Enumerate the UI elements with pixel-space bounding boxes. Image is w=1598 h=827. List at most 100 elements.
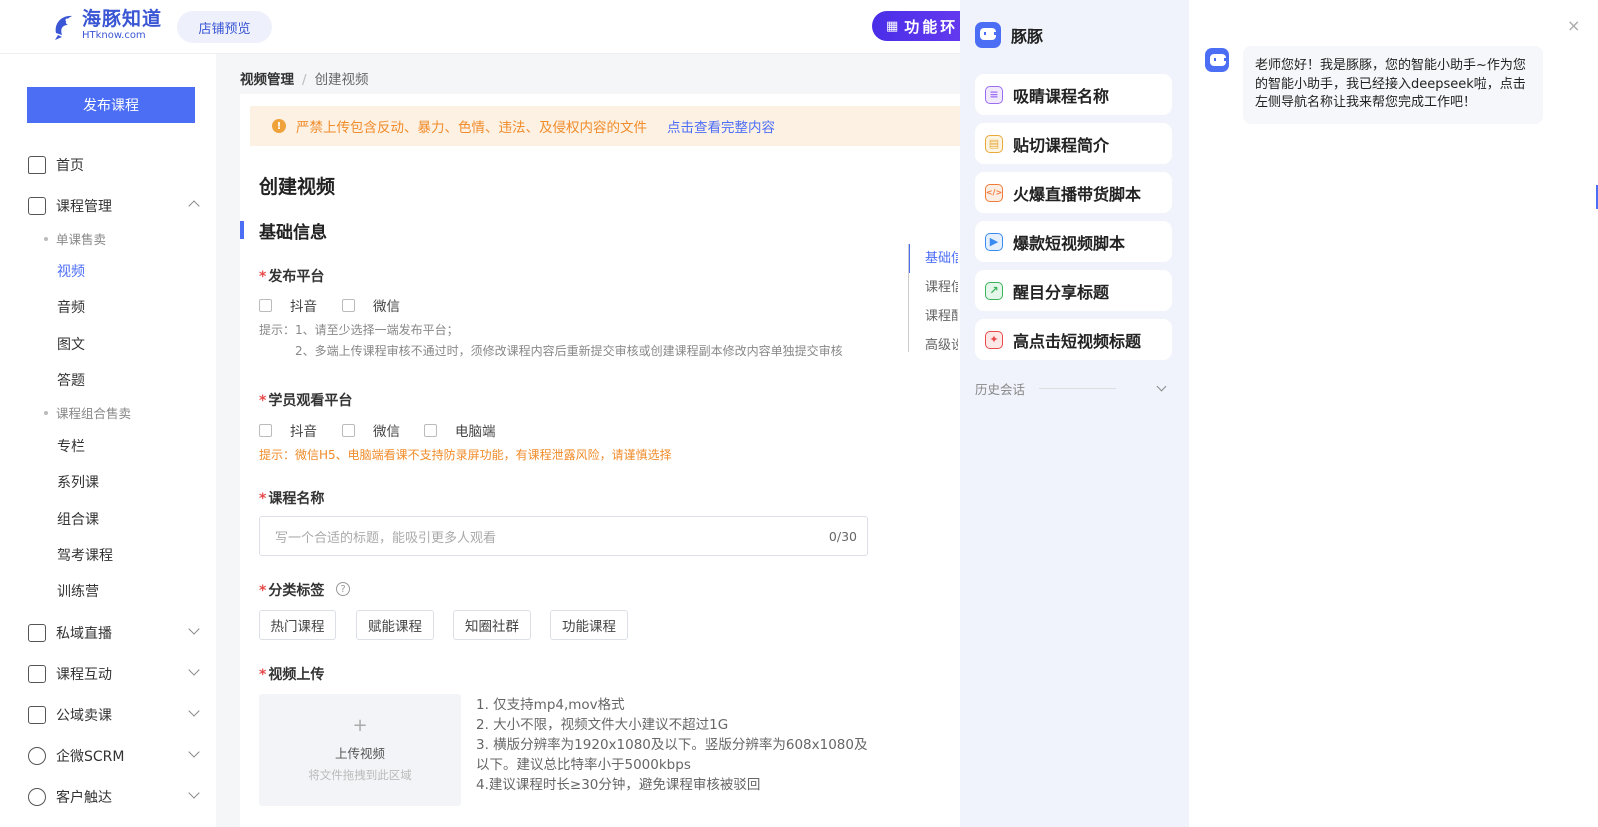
section-title: 基础信息 — [259, 223, 327, 243]
interaction-icon — [28, 665, 46, 683]
live-icon — [28, 624, 46, 642]
function-button-label: 功能环 — [904, 17, 959, 36]
course-name-counter: 0/30 — [828, 528, 857, 544]
assistant-chat-panel — [1189, 0, 1598, 827]
nav-series[interactable]: 系列课 — [57, 472, 99, 492]
logo-title: 海豚知道 — [82, 8, 163, 30]
ai-click-title-icon: ✦ — [985, 330, 1003, 349]
upload-note: 4.建议课程时长≥30分钟，避免课程审核被驳回 — [476, 777, 761, 793]
ai-live-script-icon: </> — [985, 183, 1003, 202]
assistant-name: 豚豚 — [1011, 27, 1044, 46]
nav-interaction[interactable]: 课程互动 — [28, 664, 200, 684]
video-upload-dropzone[interactable]: + 上传视频 将文件拖拽到此区域 — [259, 694, 461, 806]
ai-click-title-button[interactable]: ✦ 高点击短视频标题 — [975, 319, 1172, 360]
help-icon[interactable]: ? — [336, 582, 350, 596]
ai-catchy-title-icon: ≡ — [985, 85, 1003, 104]
video-upload-label: * 视频上传 — [259, 667, 325, 683]
chevron-down-icon — [188, 664, 200, 676]
tag-hot[interactable]: 热门课程 — [259, 610, 336, 640]
chevron-down-icon — [188, 705, 200, 717]
upload-title: 上传视频 — [334, 746, 385, 761]
chevron-down-icon — [188, 787, 200, 799]
chat-icon — [28, 747, 46, 765]
checkbox-label: 电脑端 — [455, 424, 496, 440]
warning-icon: ! — [272, 119, 286, 133]
warning-banner: ! 严禁上传包含反动、暴力、色情、违法、及侵权内容的文件 点击查看完整内容 — [250, 106, 970, 146]
ai-video-script-button[interactable]: ▶ 爆款短视频脚本 — [975, 221, 1172, 262]
anchor-item[interactable]: 课程配置 — [909, 302, 958, 331]
watch-douyin-checkbox[interactable]: 抖音 — [259, 420, 317, 440]
nav-scrm[interactable]: 企微SCRM — [28, 746, 200, 766]
ai-video-script-icon: ▶ — [985, 232, 1003, 251]
publish-hint-2: 2、多端上传课程审核不通过时，须修改课程内容后重新提交审核或创建课程副本修改内容… — [295, 344, 843, 358]
checkbox-box[interactable] — [342, 298, 355, 312]
nav-camp[interactable]: 训练营 — [57, 581, 99, 601]
publish-wechat-checkbox[interactable]: 微信 — [342, 295, 400, 315]
checkbox-box[interactable] — [259, 423, 272, 437]
logo[interactable]: 海豚知道 HTknow.com — [52, 10, 162, 41]
course-name-input[interactable]: 写一个合适的标题，能吸引更多人观看 0/30 — [259, 516, 868, 556]
tag-empower[interactable]: 赋能课程 — [356, 610, 434, 640]
ai-share-title-icon: ↗ — [985, 281, 1003, 300]
nav-driving[interactable]: 驾考课程 — [57, 545, 113, 565]
anchor-item[interactable]: 基础信息 — [909, 244, 958, 273]
tag-function[interactable]: 功能课程 — [550, 610, 628, 640]
ai-course-intro-button[interactable]: ▤ 贴切课程简介 — [975, 123, 1172, 164]
nav-home-label: 首页 — [56, 158, 84, 174]
chevron-down-icon[interactable] — [1156, 381, 1167, 392]
watch-pc-checkbox[interactable]: 电脑端 — [424, 420, 496, 440]
required-mark: * — [259, 269, 267, 285]
bot-avatar-icon — [1205, 48, 1229, 72]
nav-public-sale-label: 公域卖课 — [56, 708, 112, 724]
nav-course-management[interactable]: 课程管理 — [28, 196, 200, 216]
nav-quiz[interactable]: 答题 — [57, 370, 85, 390]
ai-share-title-button[interactable]: ↗ 醒目分享标题 — [975, 270, 1172, 311]
ai-click-title-label: 高点击短视频标题 — [1013, 331, 1142, 351]
divider — [1039, 388, 1116, 389]
breadcrumb-parent[interactable]: 视频管理 — [240, 72, 294, 88]
target-icon — [28, 788, 46, 806]
checkbox-label: 微信 — [373, 299, 400, 315]
publish-douyin-checkbox[interactable]: 抖音 — [259, 295, 317, 315]
upload-note: 2. 大小不限，视频文件大小建议不超过1G — [476, 717, 729, 733]
course-name-label: * 课程名称 — [259, 491, 325, 507]
ai-catchy-title-button[interactable]: ≡ 吸睛课程名称 — [975, 74, 1172, 115]
nav-audio[interactable]: 音频 — [57, 297, 85, 317]
ai-live-script-button[interactable]: </> 火爆直播带货脚本 — [975, 172, 1172, 213]
history-sessions[interactable]: 历史会话 — [975, 379, 1167, 398]
nav-private-live[interactable]: 私域直播 — [28, 623, 200, 643]
plus-icon: + — [352, 715, 368, 736]
tag-community[interactable]: 知圈社群 — [453, 610, 531, 640]
upload-subtitle: 将文件拖拽到此区域 — [308, 768, 412, 782]
nav-combo[interactable]: 组合课 — [57, 509, 99, 529]
nav-column[interactable]: 专栏 — [57, 436, 85, 456]
checkbox-box[interactable] — [424, 423, 437, 437]
nav-course-management-label: 课程管理 — [56, 199, 112, 215]
publish-course-button[interactable]: 发布课程 — [27, 87, 195, 123]
nav-video[interactable]: 视频 — [57, 261, 85, 281]
nav-customer[interactable]: 客户触达 — [28, 787, 200, 807]
grid-icon: ▦ — [886, 18, 899, 34]
anchor-item[interactable]: 课程信息 — [909, 273, 958, 302]
warning-link[interactable]: 点击查看完整内容 — [667, 116, 775, 136]
nav-article[interactable]: 图文 — [57, 334, 85, 354]
checkbox-label: 抖音 — [290, 299, 317, 315]
breadcrumb-current: 创建视频 — [314, 72, 369, 88]
ai-course-intro-label: 贴切课程简介 — [1013, 135, 1110, 155]
upload-note: 3. 横版分辨率为1920x1080及以下。竖版分辨率为608x1080及以下。… — [476, 737, 868, 773]
anchor-item[interactable]: 高级设置 — [909, 331, 958, 352]
shop-preview-button[interactable]: 店铺预览 — [177, 11, 272, 43]
watch-wechat-checkbox[interactable]: 微信 — [342, 420, 400, 440]
ai-video-script-label: 爆款短视频脚本 — [1013, 233, 1126, 253]
anchor-nav: 基础信息 课程信息 课程配置 高级设置 — [908, 244, 958, 352]
nav-private-live-label: 私域直播 — [56, 626, 112, 642]
checkbox-box[interactable] — [259, 298, 272, 312]
checkbox-box[interactable] — [342, 423, 355, 437]
nav-home[interactable]: 首页 — [28, 155, 198, 175]
ai-share-title-label: 醒目分享标题 — [1013, 282, 1110, 302]
chevron-up-icon — [188, 200, 200, 212]
close-icon[interactable]: × — [1567, 16, 1580, 35]
logo-subtitle: HTknow.com — [82, 30, 146, 41]
nav-public-sale[interactable]: 公域卖课 — [28, 705, 200, 725]
breadcrumb: 视频管理 / 创建视频 — [240, 68, 369, 88]
